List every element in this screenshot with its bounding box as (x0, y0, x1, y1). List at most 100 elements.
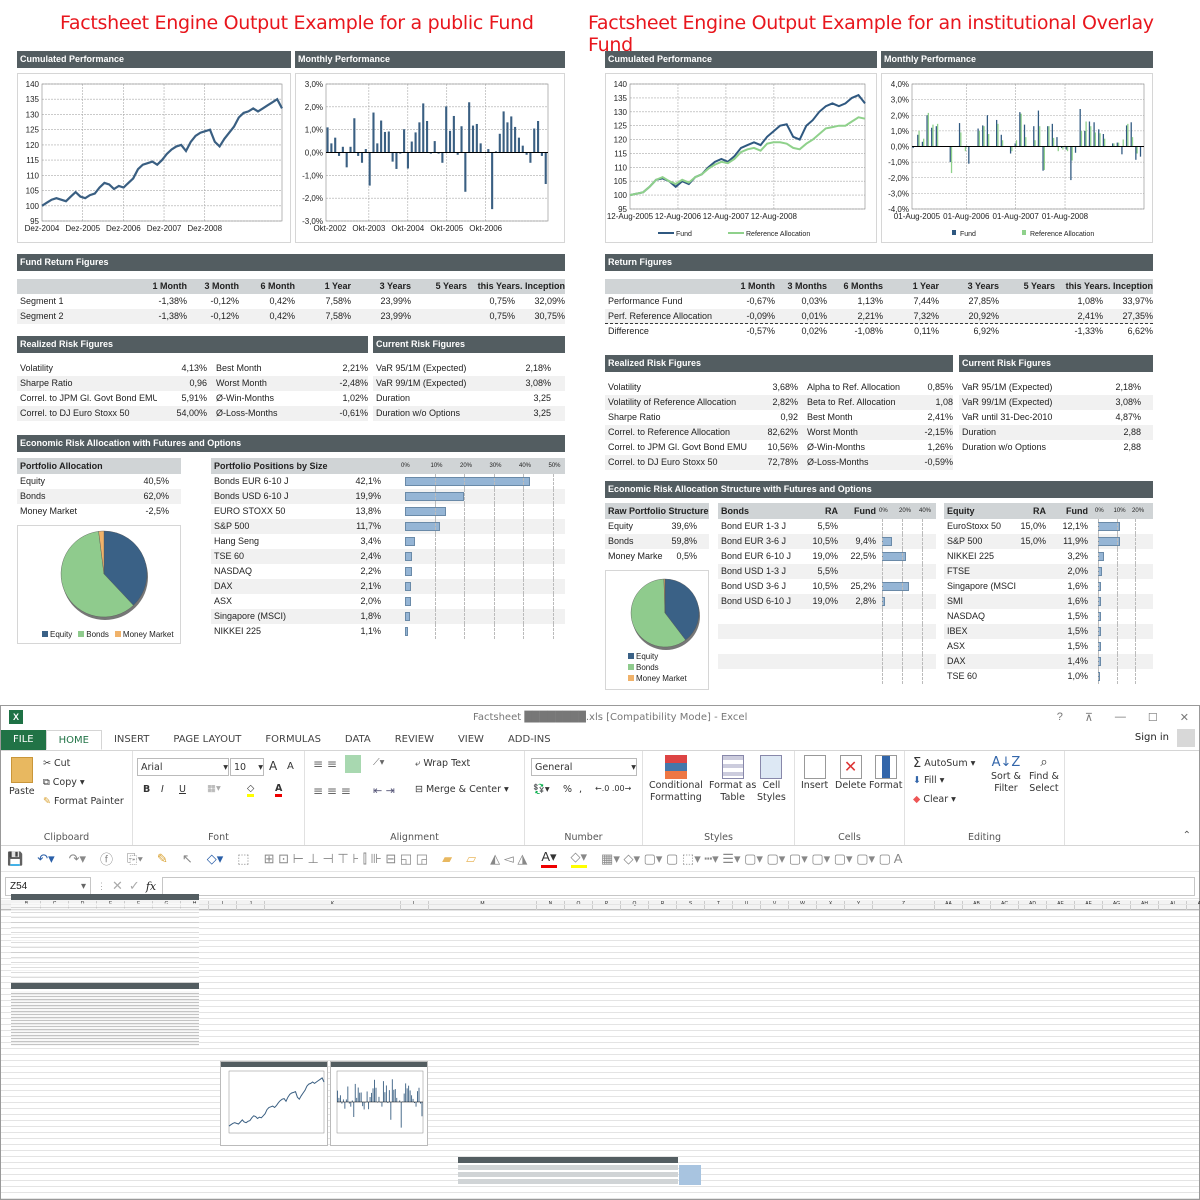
overlay-pie-chart: Equity Bonds Money Market (605, 570, 709, 690)
font-size-select[interactable]: 10 ▾ (230, 758, 264, 776)
bring-forward-icon[interactable]: ▰ (442, 851, 452, 867)
sign-in-link[interactable]: Sign in (1135, 732, 1169, 743)
conditional-formatting-button[interactable]: Conditional Formatting (649, 755, 703, 803)
mini-bar (368, 1102, 370, 1110)
align-left-button[interactable]: ≡ ≡ ≡ (313, 784, 351, 798)
insert-function-button[interactable]: fx (146, 880, 156, 893)
table-row: Singapore (MSCI) 1,6% (944, 579, 1153, 594)
italic-button[interactable]: I (161, 784, 164, 795)
font-color-qat-icon[interactable]: A▾ (541, 849, 557, 868)
insert-function-icon[interactable]: ⓕ (100, 849, 113, 868)
wrap-text-button[interactable]: ⤶ Wrap Text (415, 758, 470, 769)
tab-insert[interactable]: INSERT (102, 730, 161, 750)
paste-special-icon[interactable]: ⎘▾ (127, 851, 143, 867)
flip-icons[interactable]: ◭ ◅ ◮ (490, 851, 527, 867)
legend-swatch (42, 631, 48, 637)
shrink-font-button[interactable]: A (287, 761, 294, 772)
indent-buttons[interactable]: ⇤ ⇥ (373, 784, 395, 797)
table-row: NIKKEI 225 1,1% (211, 624, 565, 639)
format-painter-qat-icon[interactable]: ✎ (157, 851, 168, 867)
undo-icon[interactable]: ↶▾ (37, 851, 54, 867)
bar (978, 130, 981, 147)
format-as-table-button[interactable]: Format as Table (709, 755, 756, 803)
merge-center-button[interactable]: ⊟ Merge & Center ▾ (415, 784, 509, 795)
mini-bar (369, 1097, 371, 1102)
font-name-select[interactable]: Arial ▾ (137, 758, 229, 776)
enter-formula-icon[interactable]: ✓ (129, 878, 140, 894)
mini-bar (339, 1095, 341, 1102)
tab-review[interactable]: REVIEW (383, 730, 446, 750)
select-objects-icon[interactable]: ↖ (182, 851, 193, 867)
grow-font-button[interactable]: A (269, 759, 277, 773)
underline-button[interactable]: U (179, 784, 186, 795)
y-tick-label: 1,0% (891, 127, 909, 136)
tab-add-ins[interactable]: ADD-INS (496, 730, 563, 750)
table-cell: 7,32% (913, 311, 939, 321)
shapes-icon[interactable]: ◇▾ (207, 851, 224, 867)
align-icons[interactable]: ⊞ ⊡ ⊢ ⊥ ⊣ ⊤ ⊦ ⫿ ⊪ ⊟ ◱ ◲ (264, 851, 429, 867)
insert-cells-icon (803, 755, 826, 779)
gridline (1098, 519, 1099, 534)
align-top-button[interactable]: ≡ ≡ (313, 757, 337, 771)
border-qat-icons[interactable]: ▦▾ ◇▾ ▢▾ ▢ ⬚▾ ┅▾ ☰▾ ▢▾ ▢▾ ▢▾ ▢▾ ▢▾ ▢▾ ▢ … (601, 851, 902, 867)
delete-cells-button[interactable]: ✕ Delete (835, 755, 866, 791)
orientation-button[interactable]: ⟋▾ (373, 757, 384, 768)
sort-filter-button[interactable]: A↓Z Sort & Filter (991, 755, 1021, 794)
help-icon[interactable]: ? (1057, 711, 1063, 724)
table-cell: 5,5% (817, 566, 838, 576)
table-cell: Ø-Win-Months (807, 442, 866, 452)
y-tick-label: -3,0% (888, 189, 909, 198)
borders-button[interactable]: ▦▾ (207, 783, 221, 794)
format-painter-button[interactable]: ✎ Format Painter (43, 796, 124, 807)
send-backward-icon[interactable]: ▱ (466, 851, 476, 867)
ribbon-display-icon[interactable]: ⊼ (1085, 711, 1093, 724)
insert-cells-button[interactable]: Insert (801, 755, 828, 791)
current-risk-header: Current Risk Figures (373, 336, 565, 353)
font-color-button[interactable]: A (275, 783, 283, 797)
table-row: Perf. Reference Allocation -0,09% 0,01% 2,2… (605, 309, 1153, 324)
tab-home[interactable]: HOME (45, 730, 102, 750)
decimal-buttons[interactable]: ←.0 .00→ (595, 784, 631, 793)
bar (360, 152, 364, 163)
cancel-formula-icon[interactable]: ✕ (112, 878, 123, 894)
maximize-button[interactable]: ☐ (1148, 711, 1158, 724)
align-bottom-button[interactable] (345, 755, 361, 773)
tab-page-layout[interactable]: PAGE LAYOUT (161, 730, 253, 750)
clear-button[interactable]: ◆ Clear ▾ (913, 794, 956, 805)
bold-button[interactable]: B (143, 784, 150, 795)
group-icon[interactable]: ⬚ (237, 851, 249, 867)
fill-color-qat-icon[interactable]: ◇▾ (570, 849, 588, 868)
tab-file[interactable]: FILE (1, 730, 46, 750)
cut-button[interactable]: ✂ Cut (43, 758, 70, 769)
user-avatar-icon[interactable] (1177, 729, 1195, 747)
collapse-ribbon-icon[interactable]: ⌃ (1183, 830, 1191, 841)
comma-button[interactable]: , (579, 784, 582, 795)
copy-button[interactable]: ⧉ Copy ▾ (43, 777, 85, 788)
cell-styles-button[interactable]: Cell Styles (757, 755, 786, 803)
autosum-button[interactable]: Σ AutoSum ▾ (913, 756, 975, 771)
find-select-button[interactable]: ⌕ Find & Select (1029, 755, 1059, 794)
accounting-format-button[interactable]: 💱▾ (533, 784, 550, 795)
table-cell: -1,33% (1074, 326, 1103, 336)
minimize-button[interactable]: — (1115, 711, 1126, 724)
table-row: NIKKEI 225 3,2% (944, 549, 1153, 564)
table-cell: 1,8% (360, 611, 381, 621)
gridline (434, 489, 436, 504)
tab-view[interactable]: VIEW (446, 730, 496, 750)
fill-color-button[interactable]: ◇ (247, 783, 255, 797)
worksheet-grid[interactable] (1, 893, 1199, 1199)
close-button[interactable]: ✕ (1180, 711, 1189, 724)
axis-tick-label: 10% (1113, 508, 1126, 514)
table-cell: 0,03% (801, 296, 827, 306)
fill-button[interactable]: ⬇ Fill ▾ (913, 775, 944, 786)
redo-icon[interactable]: ↷▾ (69, 851, 86, 867)
tab-formulas[interactable]: FORMULAS (253, 730, 333, 750)
table-cell: Duration (376, 393, 411, 403)
save-icon[interactable]: 💾 (7, 851, 23, 867)
format-cells-button[interactable]: Format (869, 755, 902, 791)
percent-button[interactable]: % (563, 784, 572, 795)
paste-button[interactable]: Paste (9, 757, 35, 797)
tab-data[interactable]: DATA (333, 730, 383, 750)
number-format-select[interactable]: General ▾ (531, 758, 637, 776)
table-cell: Bond EUR 3-6 J (721, 536, 787, 546)
